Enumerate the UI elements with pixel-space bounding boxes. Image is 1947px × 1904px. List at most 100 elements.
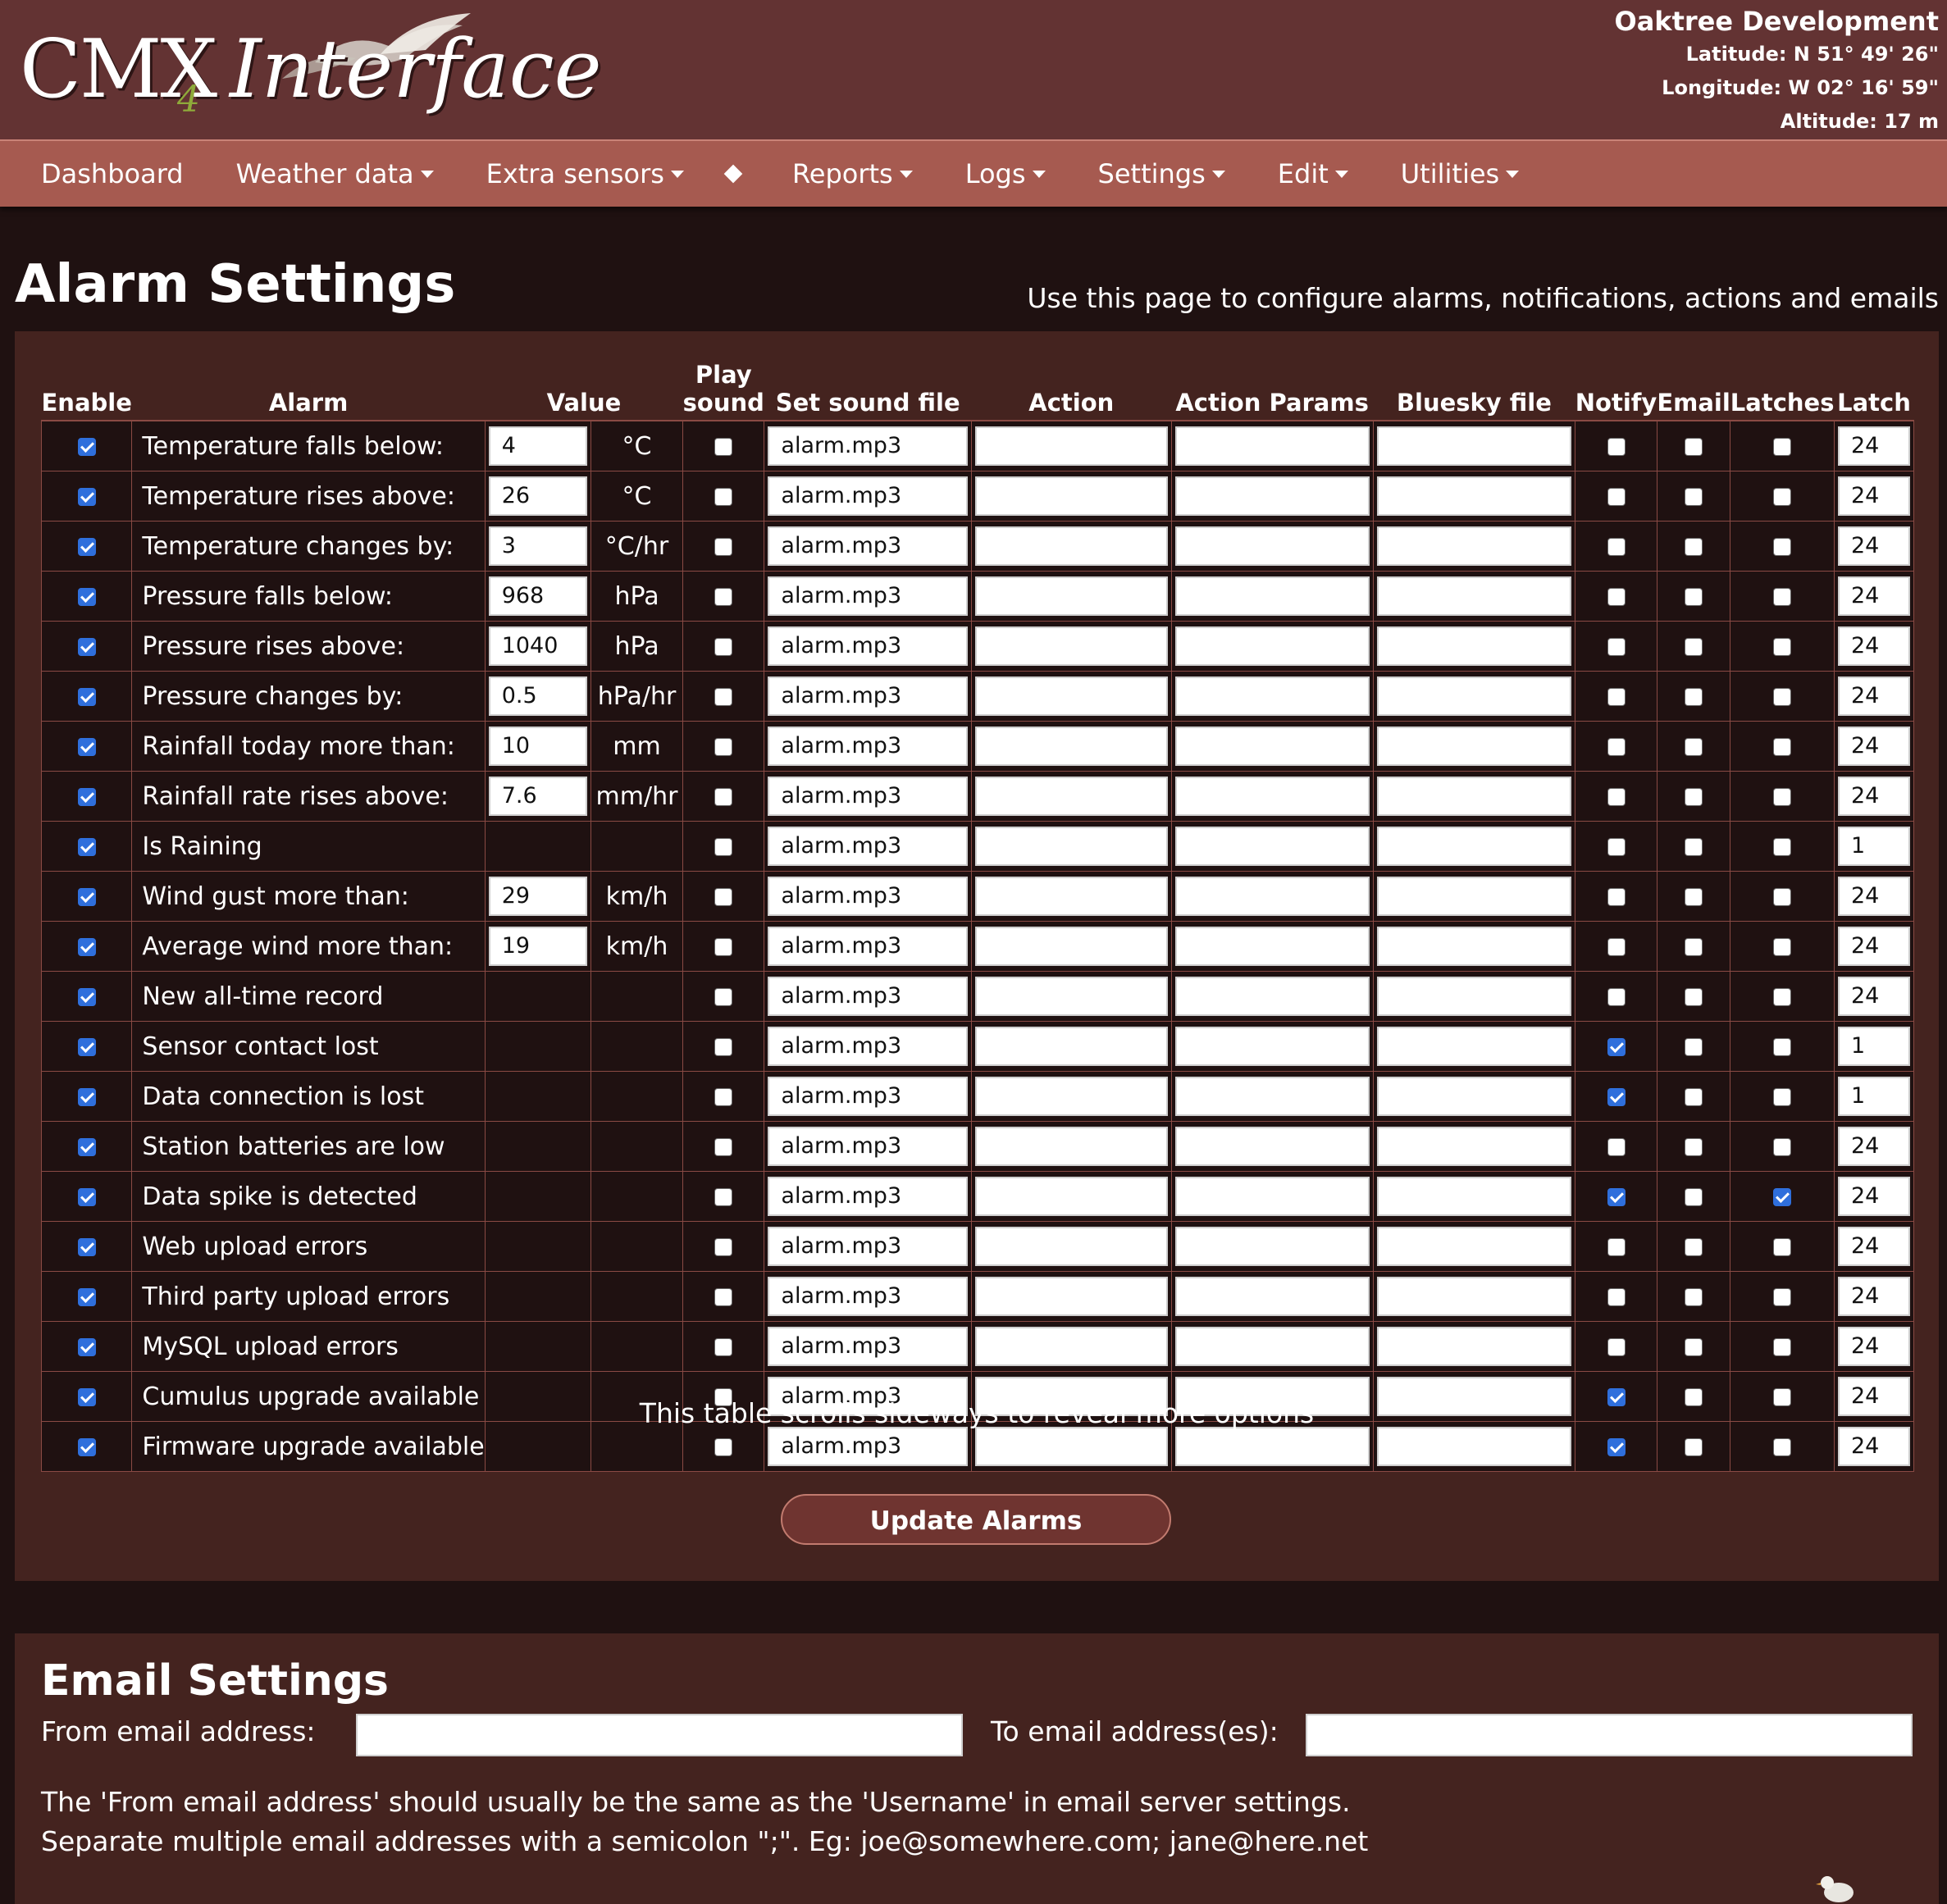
action-params-input[interactable] bbox=[1174, 1277, 1370, 1316]
email-checkbox[interactable] bbox=[1685, 1288, 1703, 1306]
action-input[interactable] bbox=[974, 1027, 1168, 1066]
action-params-input[interactable] bbox=[1174, 827, 1370, 866]
latches-checkbox[interactable] bbox=[1773, 788, 1792, 806]
latches-checkbox[interactable] bbox=[1773, 638, 1792, 656]
notify-checkbox[interactable] bbox=[1607, 1338, 1626, 1356]
play-sound-checkbox[interactable] bbox=[714, 538, 733, 556]
notify-checkbox[interactable] bbox=[1607, 1238, 1626, 1256]
enable-checkbox[interactable] bbox=[77, 1238, 96, 1256]
latch-input[interactable]: 24 bbox=[1837, 626, 1910, 666]
latch-input[interactable]: 24 bbox=[1837, 676, 1910, 716]
latch-input[interactable]: 24 bbox=[1837, 476, 1910, 516]
action-input[interactable] bbox=[974, 1077, 1168, 1116]
alarm-value-input[interactable]: 29 bbox=[488, 877, 587, 916]
email-checkbox[interactable] bbox=[1685, 1188, 1703, 1206]
alarm-value-input[interactable]: 1040 bbox=[488, 626, 587, 666]
enable-checkbox[interactable] bbox=[77, 538, 96, 556]
email-checkbox[interactable] bbox=[1685, 688, 1703, 706]
bluesky-file-input[interactable] bbox=[1376, 977, 1572, 1016]
bluesky-file-input[interactable] bbox=[1376, 526, 1572, 566]
action-input[interactable] bbox=[974, 827, 1168, 866]
action-params-input[interactable] bbox=[1174, 977, 1370, 1016]
notify-checkbox[interactable] bbox=[1607, 738, 1626, 756]
sound-file-input[interactable]: alarm.mp3 bbox=[768, 877, 968, 916]
latch-input[interactable]: 1 bbox=[1837, 1077, 1910, 1116]
latch-input[interactable]: 24 bbox=[1837, 526, 1910, 566]
alarm-value-input[interactable]: 7.6 bbox=[488, 777, 587, 816]
play-sound-checkbox[interactable] bbox=[714, 788, 733, 806]
email-checkbox[interactable] bbox=[1685, 1338, 1703, 1356]
play-sound-checkbox[interactable] bbox=[714, 1238, 733, 1256]
play-sound-checkbox[interactable] bbox=[714, 688, 733, 706]
play-sound-checkbox[interactable] bbox=[714, 1138, 733, 1156]
notify-checkbox[interactable] bbox=[1607, 1438, 1626, 1456]
email-checkbox[interactable] bbox=[1685, 488, 1703, 506]
to-email-input[interactable] bbox=[1306, 1714, 1913, 1756]
action-input[interactable] bbox=[974, 927, 1168, 966]
action-input[interactable] bbox=[974, 1127, 1168, 1166]
play-sound-checkbox[interactable] bbox=[714, 1438, 733, 1456]
latches-checkbox[interactable] bbox=[1773, 1438, 1792, 1456]
bluesky-file-input[interactable] bbox=[1376, 1177, 1572, 1216]
enable-checkbox[interactable] bbox=[77, 788, 96, 806]
play-sound-checkbox[interactable] bbox=[714, 1088, 733, 1106]
nav-extra-sensors[interactable]: Extra sensors bbox=[486, 158, 684, 189]
alarm-value-input[interactable]: 0.5 bbox=[488, 676, 587, 716]
action-input[interactable] bbox=[974, 1427, 1168, 1466]
notify-checkbox[interactable] bbox=[1607, 788, 1626, 806]
sound-file-input[interactable]: alarm.mp3 bbox=[768, 426, 968, 466]
action-params-input[interactable] bbox=[1174, 1077, 1370, 1116]
latches-checkbox[interactable] bbox=[1773, 488, 1792, 506]
sound-file-input[interactable]: alarm.mp3 bbox=[768, 626, 968, 666]
email-checkbox[interactable] bbox=[1685, 638, 1703, 656]
latches-checkbox[interactable] bbox=[1773, 1338, 1792, 1356]
sound-file-input[interactable]: alarm.mp3 bbox=[768, 727, 968, 766]
email-checkbox[interactable] bbox=[1685, 938, 1703, 956]
enable-checkbox[interactable] bbox=[77, 1438, 96, 1456]
latches-checkbox[interactable] bbox=[1773, 888, 1792, 906]
nav-edit[interactable]: Edit bbox=[1278, 158, 1348, 189]
latches-checkbox[interactable] bbox=[1773, 1188, 1792, 1206]
enable-checkbox[interactable] bbox=[77, 888, 96, 906]
action-input[interactable] bbox=[974, 426, 1168, 466]
latch-input[interactable]: 24 bbox=[1837, 1277, 1910, 1316]
alarm-value-input[interactable]: 10 bbox=[488, 727, 587, 766]
notify-checkbox[interactable] bbox=[1607, 588, 1626, 606]
update-alarms-button[interactable]: Update Alarms bbox=[781, 1494, 1171, 1545]
bluesky-file-input[interactable] bbox=[1376, 1077, 1572, 1116]
bluesky-file-input[interactable] bbox=[1376, 727, 1572, 766]
email-checkbox[interactable] bbox=[1685, 1038, 1703, 1056]
play-sound-checkbox[interactable] bbox=[714, 1038, 733, 1056]
notify-checkbox[interactable] bbox=[1607, 1038, 1626, 1056]
sound-file-input[interactable]: alarm.mp3 bbox=[768, 977, 968, 1016]
latch-input[interactable]: 24 bbox=[1837, 1427, 1910, 1466]
notify-checkbox[interactable] bbox=[1607, 488, 1626, 506]
latches-checkbox[interactable] bbox=[1773, 738, 1792, 756]
sound-file-input[interactable]: alarm.mp3 bbox=[768, 1277, 968, 1316]
bluesky-file-input[interactable] bbox=[1376, 1427, 1572, 1466]
play-sound-checkbox[interactable] bbox=[714, 438, 733, 456]
latches-checkbox[interactable] bbox=[1773, 1038, 1792, 1056]
action-params-input[interactable] bbox=[1174, 727, 1370, 766]
bluesky-file-input[interactable] bbox=[1376, 827, 1572, 866]
enable-checkbox[interactable] bbox=[77, 1038, 96, 1056]
enable-checkbox[interactable] bbox=[77, 1088, 96, 1106]
enable-checkbox[interactable] bbox=[77, 1288, 96, 1306]
sound-file-input[interactable]: alarm.mp3 bbox=[768, 1077, 968, 1116]
latch-input[interactable]: 24 bbox=[1837, 1227, 1910, 1266]
sound-file-input[interactable]: alarm.mp3 bbox=[768, 827, 968, 866]
action-input[interactable] bbox=[974, 1177, 1168, 1216]
bluesky-file-input[interactable] bbox=[1376, 1277, 1572, 1316]
enable-checkbox[interactable] bbox=[77, 1138, 96, 1156]
play-sound-checkbox[interactable] bbox=[714, 638, 733, 656]
notify-checkbox[interactable] bbox=[1607, 938, 1626, 956]
alarm-value-input[interactable]: 3 bbox=[488, 526, 587, 566]
bluesky-file-input[interactable] bbox=[1376, 1227, 1572, 1266]
nav-logs[interactable]: Logs bbox=[965, 158, 1046, 189]
latch-input[interactable]: 24 bbox=[1837, 576, 1910, 616]
latch-input[interactable]: 24 bbox=[1837, 977, 1910, 1016]
email-checkbox[interactable] bbox=[1685, 838, 1703, 856]
alarm-value-input[interactable]: 26 bbox=[488, 476, 587, 516]
action-params-input[interactable] bbox=[1174, 1327, 1370, 1366]
latches-checkbox[interactable] bbox=[1773, 688, 1792, 706]
